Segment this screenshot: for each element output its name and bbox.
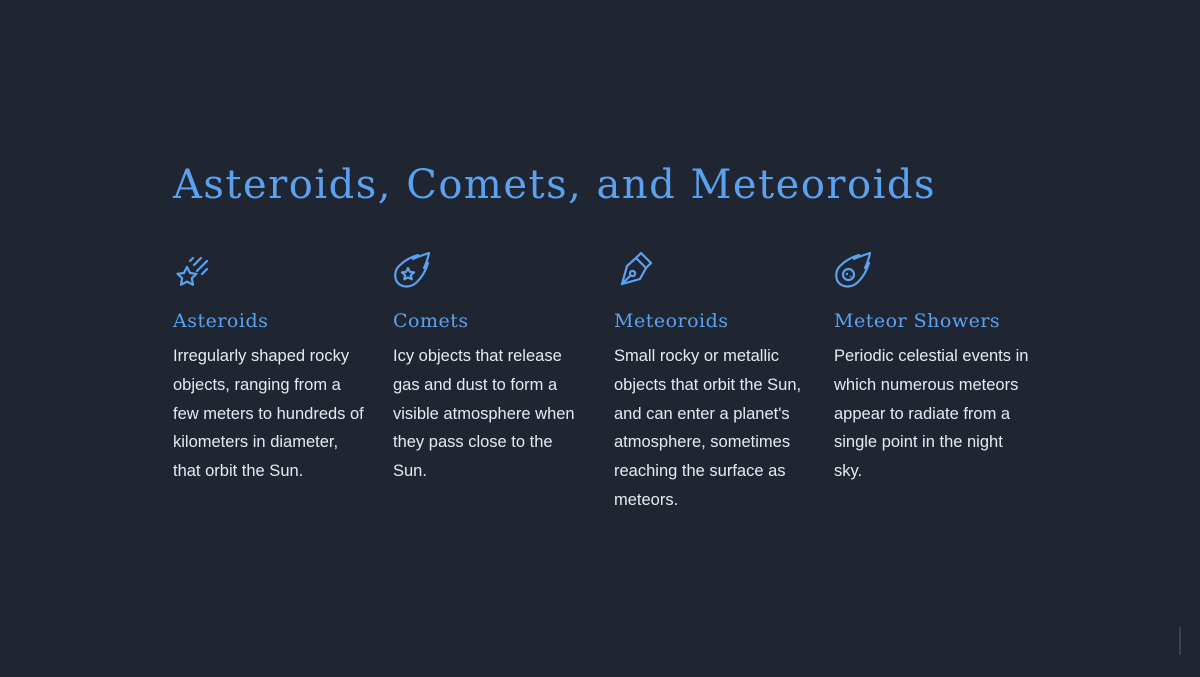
comet-star-icon: [393, 250, 433, 290]
card-meteoroids: Meteoroids Small rocky or metallic objec…: [614, 250, 809, 515]
card-title: Meteor Showers: [834, 310, 1001, 332]
card-meteor-showers: Meteor Showers Periodic celestial events…: [834, 250, 1029, 486]
pen-nib-icon: [614, 250, 654, 290]
shooting-star-icon: [173, 250, 213, 290]
scroll-indicator[interactable]: [1179, 627, 1181, 655]
card-title: Asteroids: [173, 310, 269, 332]
card-comets: Comets Icy objects that release gas and …: [393, 250, 588, 486]
card-description: Irregularly shaped rocky objects, rangin…: [173, 347, 364, 481]
card-description: Small rocky or metallic objects that orb…: [614, 347, 802, 509]
card-title: Meteoroids: [614, 310, 729, 332]
card-title: Comets: [393, 310, 469, 332]
meteor-icon: [834, 250, 874, 290]
card-description: Periodic celestial events in which numer…: [834, 347, 1029, 481]
card-description: Icy objects that release gas and dust to…: [393, 347, 575, 481]
card-asteroids: Asteroids Irregularly shaped rocky objec…: [173, 250, 368, 486]
slide-title: Asteroids, Comets, and Meteoroids: [173, 162, 937, 208]
slide: Asteroids, Comets, and Meteoroids Astero…: [0, 0, 1200, 677]
